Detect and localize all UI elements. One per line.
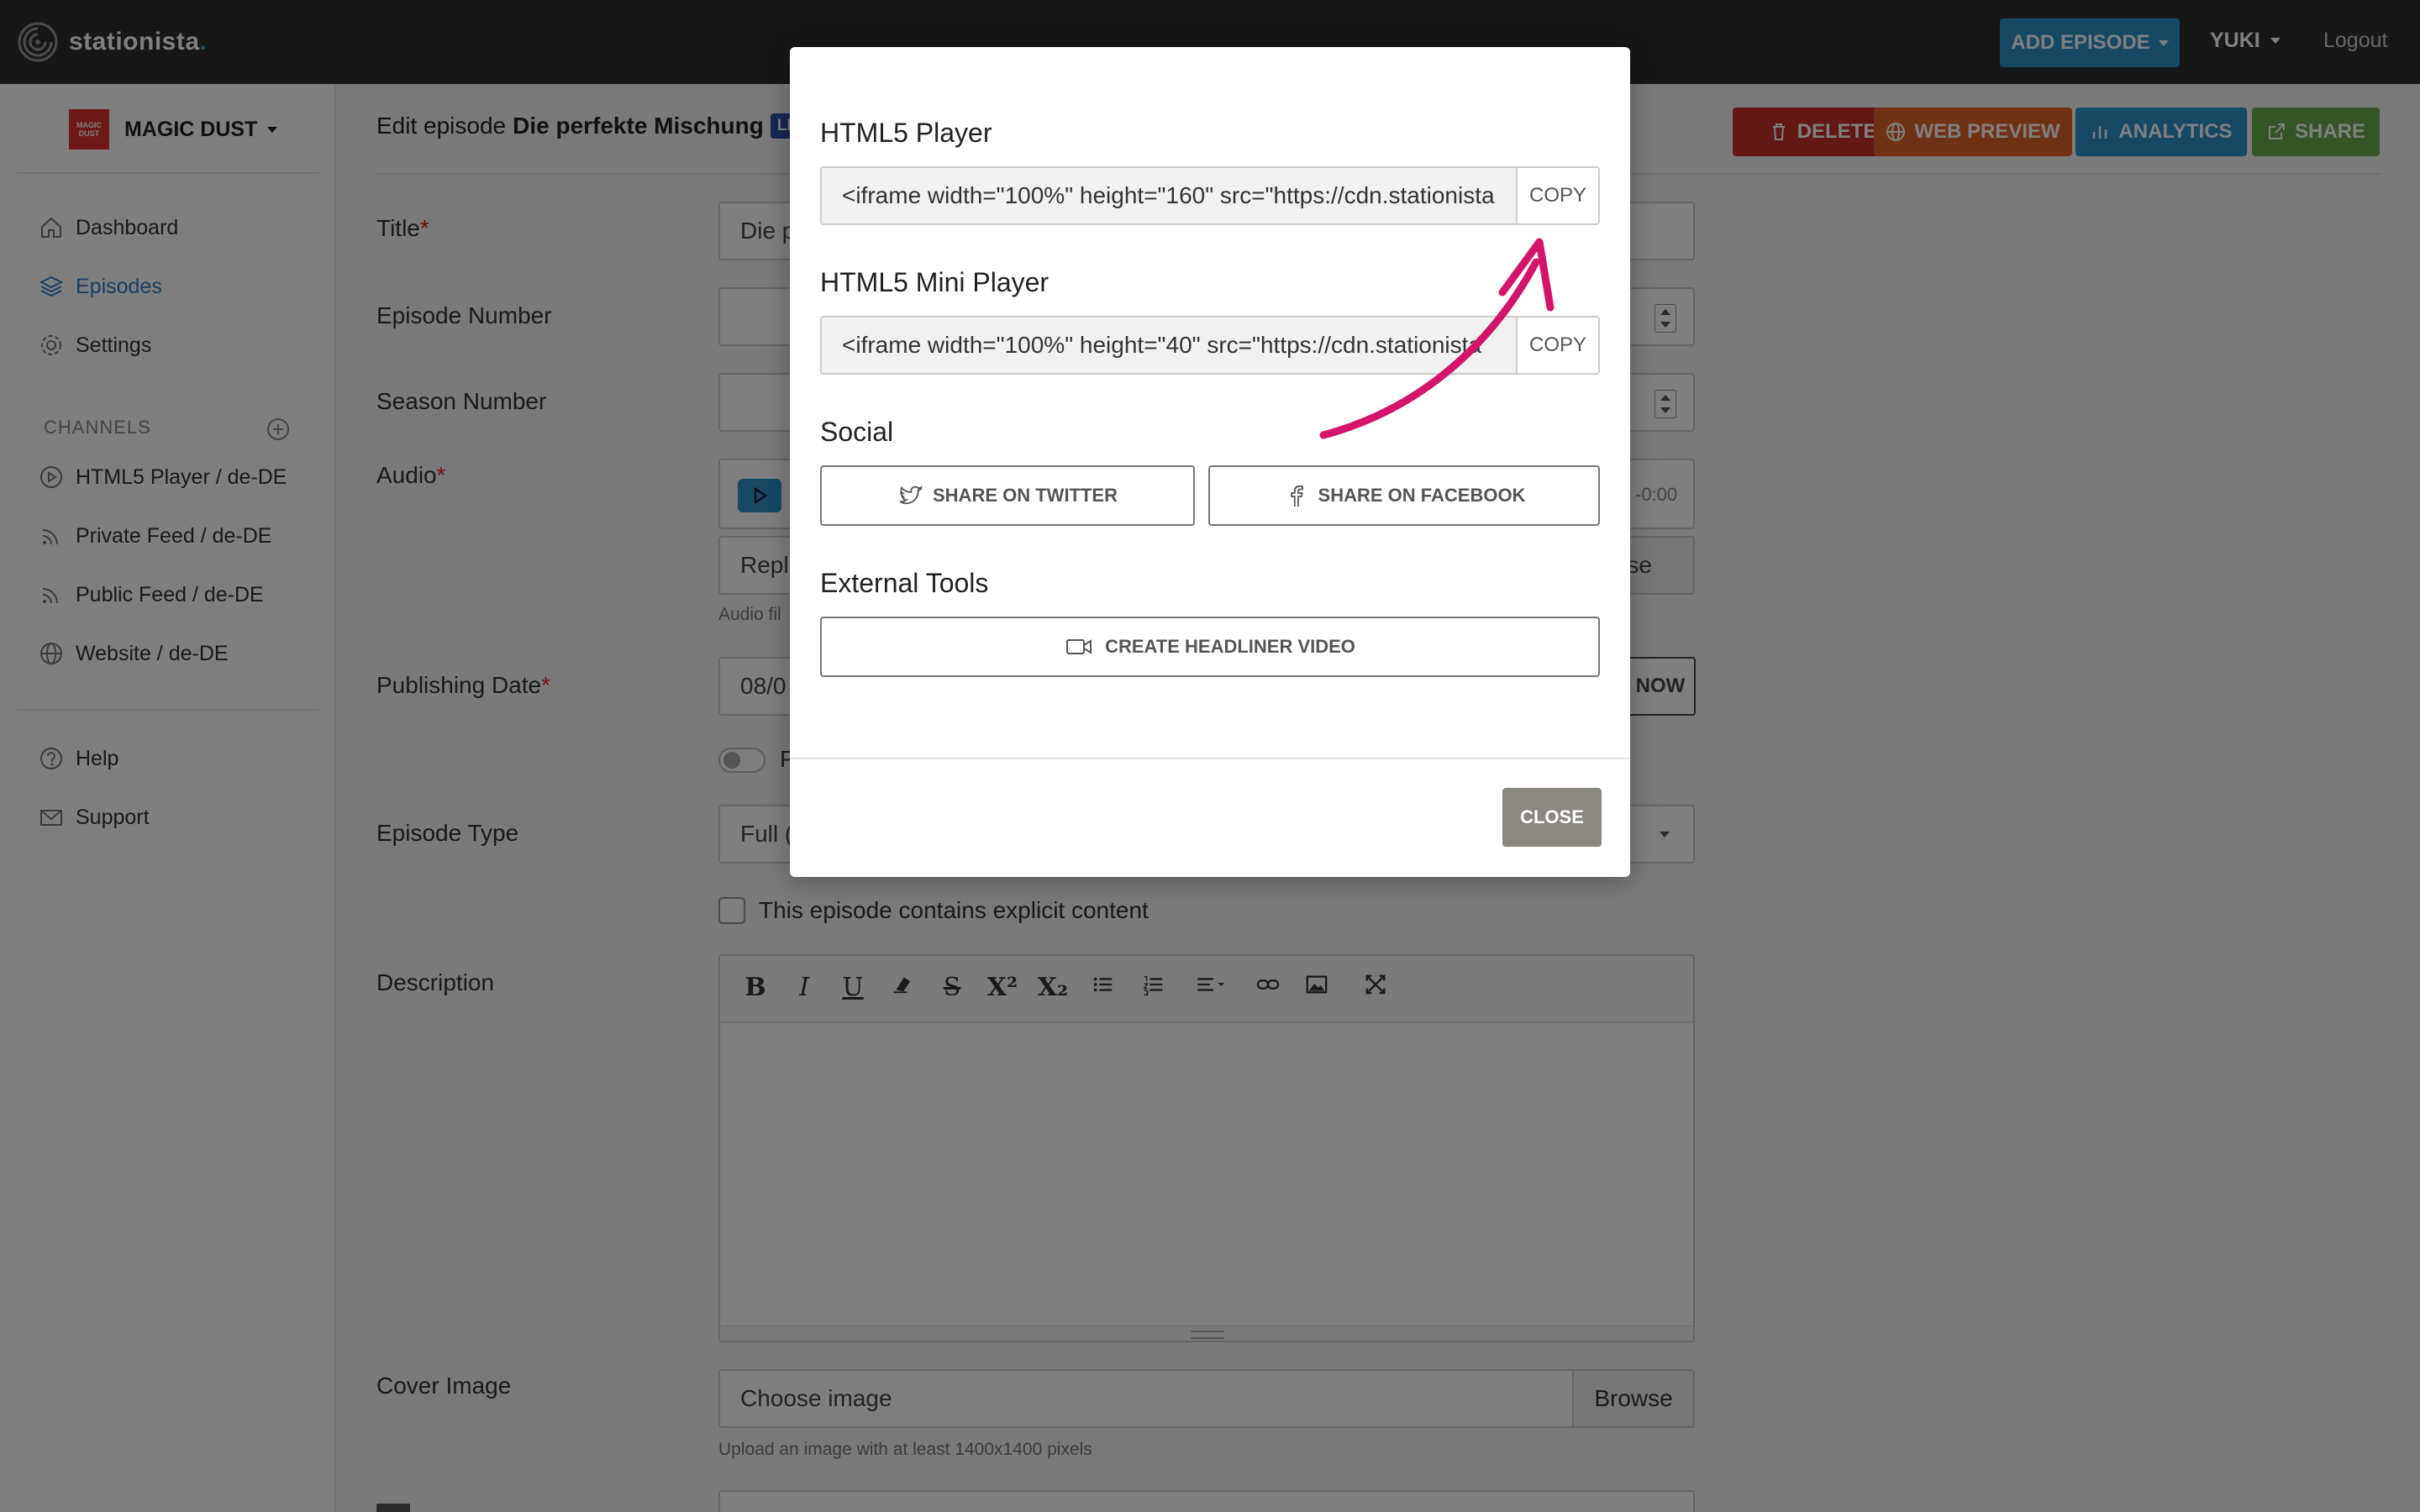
html5-embed-group: <iframe width="100%" height="160" src="h… (820, 166, 1600, 225)
external-tools-heading: External Tools (820, 568, 989, 598)
mini-player-heading: HTML5 Mini Player (820, 267, 1050, 297)
close-button[interactable]: CLOSE (1502, 788, 1602, 847)
html5-player-heading: HTML5 Player (820, 118, 992, 148)
share-modal: HTML5 Player <iframe width="100%" height… (790, 47, 1630, 877)
copy-html5-button[interactable]: COPY (1516, 168, 1598, 223)
video-camera-icon (1066, 639, 1092, 654)
annotation-arrow-icon (1319, 238, 1555, 439)
share-twitter-button[interactable]: SHARE ON TWITTER (820, 465, 1195, 526)
create-headliner-video-button[interactable]: CREATE HEADLINER VIDEO (820, 617, 1600, 677)
share-facebook-button[interactable]: SHARE ON FACEBOOK (1208, 465, 1600, 526)
facebook-icon (1290, 485, 1303, 507)
modal-footer-divider (790, 758, 1630, 759)
twitter-icon (899, 486, 923, 505)
html5-embed-code[interactable]: <iframe width="100%" height="160" src="h… (822, 168, 1516, 223)
social-heading: Social (820, 417, 894, 447)
